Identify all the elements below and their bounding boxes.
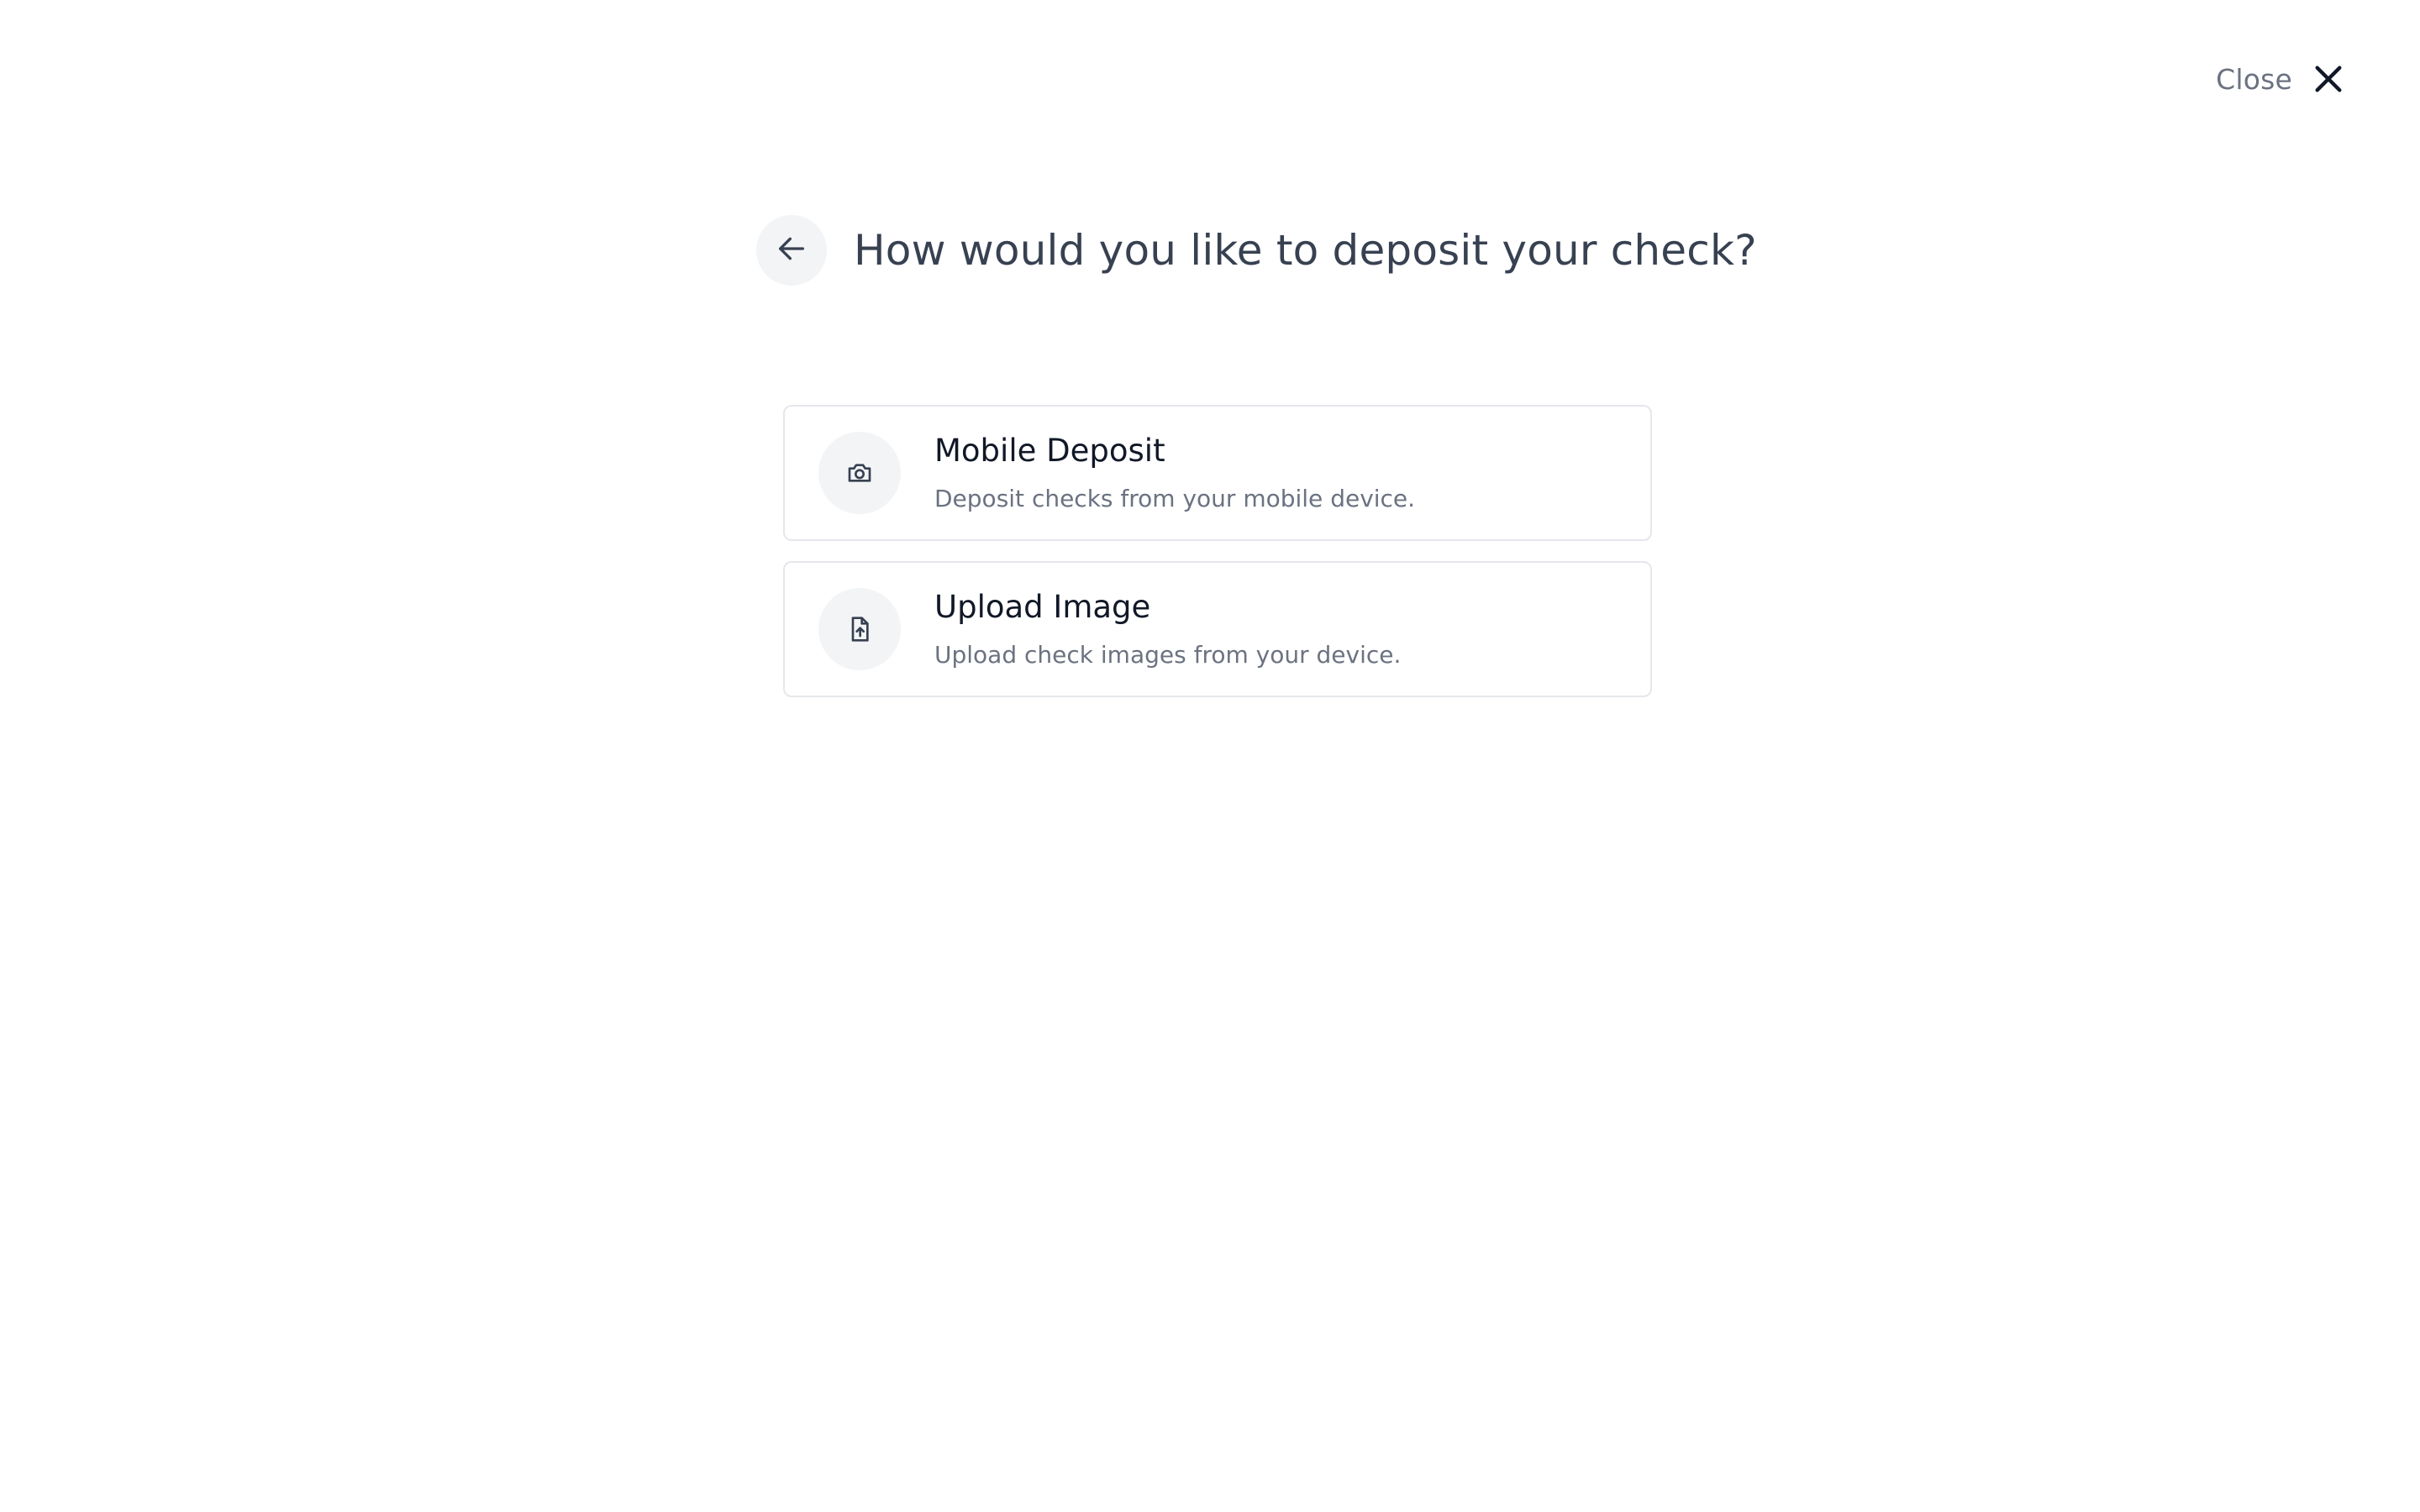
deposit-options-list: Mobile Deposit Deposit checks from your … [783, 405, 1652, 697]
option-description: Deposit checks from your mobile device. [934, 485, 1416, 512]
upload-image-option[interactable]: Upload Image Upload check images from yo… [783, 561, 1652, 697]
close-button[interactable]: Close [2216, 52, 2346, 106]
option-title: Upload Image [934, 589, 1151, 625]
close-label: Close [2216, 62, 2292, 96]
option-text: Upload Image Upload check images from yo… [934, 588, 1401, 670]
page-header: How would you like to deposit your check… [756, 215, 1757, 286]
option-title: Mobile Deposit [934, 433, 1165, 469]
file-upload-icon [818, 588, 901, 670]
page-title: How would you like to deposit your check… [854, 226, 1757, 275]
camera-icon [818, 432, 901, 514]
mobile-deposit-option[interactable]: Mobile Deposit Deposit checks from your … [783, 405, 1652, 541]
back-button[interactable] [756, 215, 827, 286]
close-icon[interactable] [2311, 61, 2346, 97]
option-description: Upload check images from your device. [934, 641, 1402, 669]
arrow-left-icon [775, 232, 808, 269]
deposit-method-page: Close How would you like to deposit your… [0, 0, 2420, 1512]
option-text: Mobile Deposit Deposit checks from your … [934, 432, 1415, 514]
